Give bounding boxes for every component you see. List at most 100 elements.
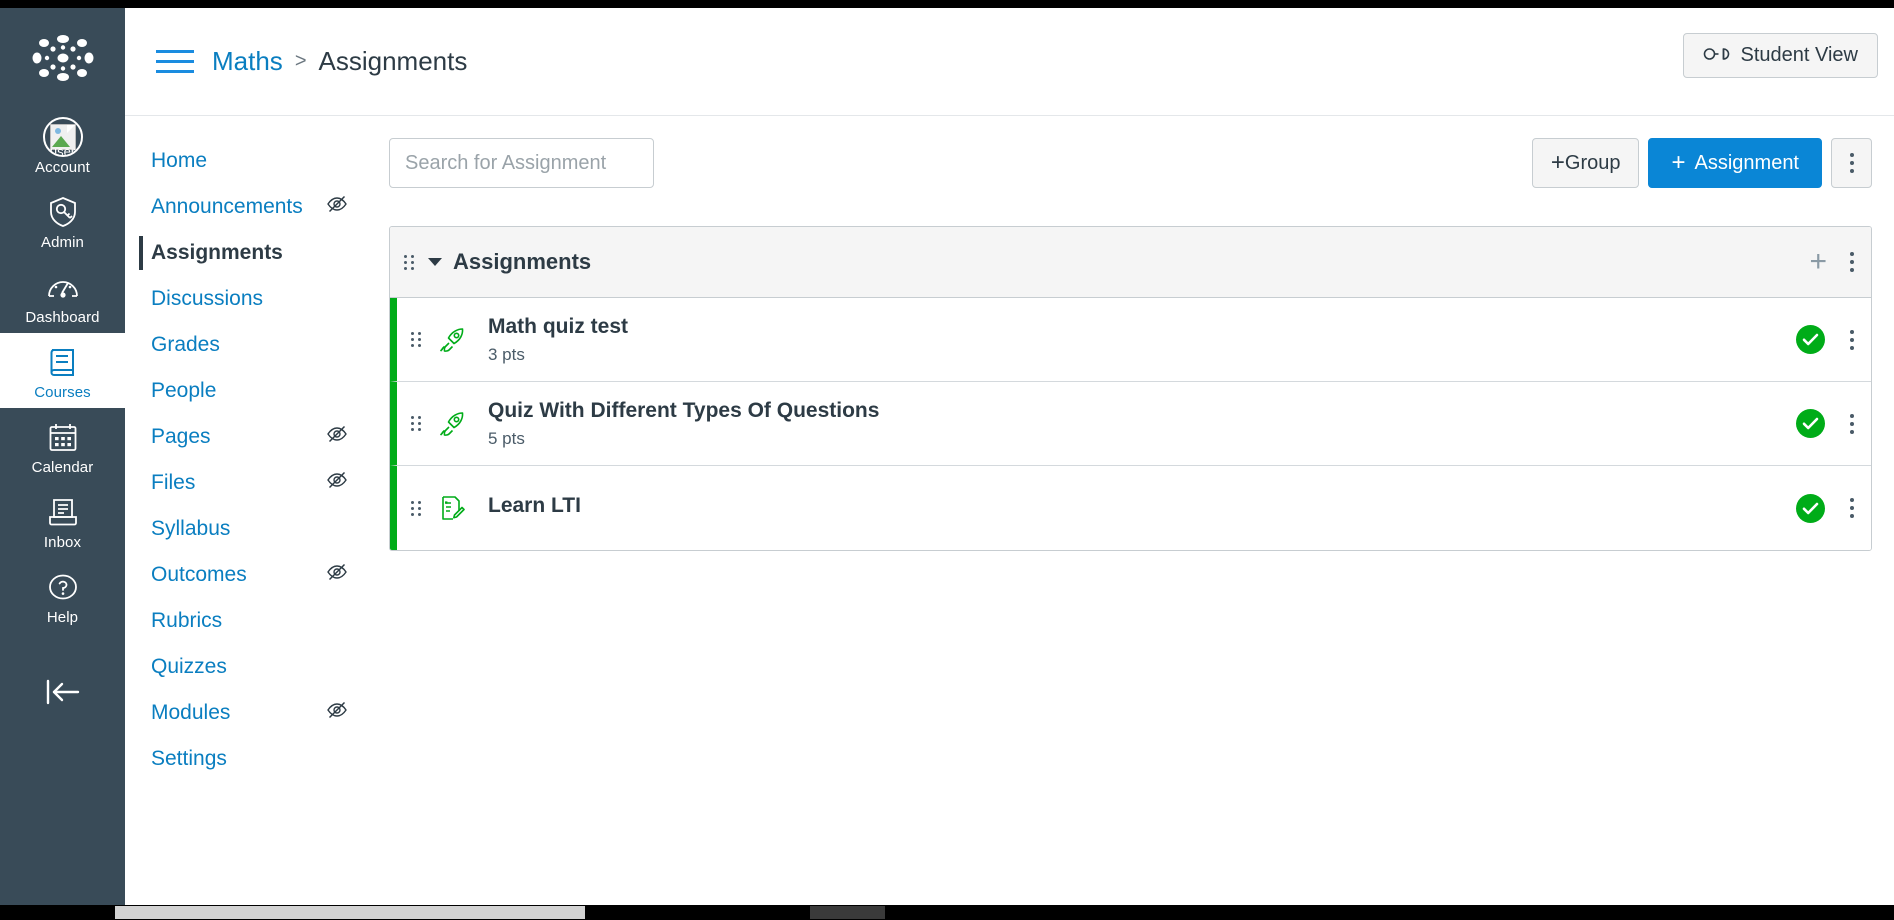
- calendar-icon: [43, 417, 83, 457]
- assignment-title[interactable]: Math quiz test: [488, 314, 1796, 340]
- course-nav-item-people[interactable]: People: [139, 368, 368, 414]
- course-nav-item-grades[interactable]: Grades: [139, 322, 368, 368]
- main-content-area: Maths > Assignments Student View Home An…: [125, 8, 1894, 905]
- course-nav-label: Rubrics: [151, 609, 223, 632]
- assignment-group-header: Assignments +: [390, 227, 1871, 298]
- plus-icon: +: [1550, 149, 1565, 176]
- global-nav-item-courses[interactable]: Courses: [0, 333, 125, 408]
- kebab-menu-icon: [1849, 153, 1854, 173]
- course-nav-item-pages[interactable]: Pages: [139, 414, 368, 460]
- hidden-from-students-icon: [326, 699, 348, 727]
- rocket-icon: [435, 326, 469, 354]
- course-nav-label: Settings: [151, 747, 227, 770]
- hidden-from-students-icon: [326, 193, 348, 221]
- global-nav-item-help[interactable]: Help: [0, 558, 125, 633]
- assignment-title[interactable]: Quiz With Different Types Of Questions: [488, 398, 1796, 424]
- inbox-tray-icon: [43, 492, 83, 532]
- global-navigation: user Account Admin Dashboard Courses Cal…: [0, 8, 125, 905]
- course-nav-item-assignments[interactable]: Assignments: [139, 230, 368, 276]
- add-assignment-button[interactable]: + Assignment: [1648, 138, 1822, 188]
- assignments-toolbar: + Group + Assignment: [389, 138, 1872, 188]
- add-to-group-button[interactable]: +: [1809, 247, 1827, 277]
- drag-handle-icon[interactable]: [411, 416, 425, 431]
- assignment-document-icon: [435, 494, 469, 522]
- assignment-row-menu-button[interactable]: [1850, 413, 1854, 434]
- canvas-logo-icon[interactable]: [25, 30, 101, 86]
- course-nav-label: Home: [151, 149, 208, 172]
- assignment-points: 3 pts: [488, 345, 525, 364]
- add-assignment-label: Assignment: [1694, 151, 1800, 174]
- course-nav-item-announcements[interactable]: Announcements: [139, 184, 368, 230]
- student-view-button[interactable]: Student View: [1682, 33, 1878, 78]
- assignment-row[interactable]: Math quiz test 3 pts: [390, 298, 1871, 382]
- book-icon: [43, 342, 83, 382]
- breadcrumb-course-link[interactable]: Maths: [212, 46, 283, 77]
- global-nav-label-admin: Admin: [40, 234, 85, 251]
- breadcrumb-separator-icon: >: [294, 50, 307, 72]
- course-nav-item-quizzes[interactable]: Quizzes: [139, 644, 368, 690]
- assignment-row-text: Learn LTI: [488, 493, 1796, 524]
- course-nav-item-home[interactable]: Home: [139, 138, 368, 184]
- page-header: Maths > Assignments Student View: [125, 8, 1894, 116]
- assignment-row[interactable]: Learn LTI: [390, 466, 1871, 550]
- hidden-from-students-icon: [326, 561, 348, 589]
- global-nav-item-account[interactable]: user Account: [0, 108, 125, 183]
- course-nav-label: Syllabus: [151, 517, 231, 540]
- rocket-icon: [435, 410, 469, 438]
- hamburger-menu-icon[interactable]: [156, 42, 196, 82]
- publish-status-icon[interactable]: [1796, 325, 1825, 354]
- assignment-row-text: Math quiz test 3 pts: [488, 314, 1796, 365]
- assignment-group-card: Assignments + Math quiz test 3 pts Quiz …: [389, 226, 1872, 551]
- publish-status-icon[interactable]: [1796, 409, 1825, 438]
- global-nav-item-calendar[interactable]: Calendar: [0, 408, 125, 483]
- scrollbar-thumb-secondary[interactable]: [810, 906, 885, 919]
- drag-handle-icon[interactable]: [411, 332, 425, 347]
- course-nav-item-syllabus[interactable]: Syllabus: [139, 506, 368, 552]
- assignment-row-menu-button[interactable]: [1850, 498, 1854, 518]
- global-nav-item-admin[interactable]: Admin: [0, 183, 125, 258]
- eyeglasses-icon: [1703, 44, 1731, 67]
- minimize-nav-icon[interactable]: [0, 663, 125, 721]
- breadcrumb-current: Assignments: [318, 46, 468, 76]
- global-nav-item-dashboard[interactable]: Dashboard: [0, 258, 125, 333]
- course-nav-item-rubrics[interactable]: Rubrics: [139, 598, 368, 644]
- course-nav-label: People: [151, 379, 217, 402]
- global-nav-label-account: Account: [35, 159, 90, 176]
- breadcrumb: Maths > Assignments: [212, 46, 467, 77]
- course-nav-label: Quizzes: [151, 655, 227, 678]
- course-nav-label: Announcements: [151, 195, 303, 218]
- assignment-row[interactable]: Quiz With Different Types Of Questions 5…: [390, 382, 1871, 466]
- assignment-points: 5 pts: [488, 429, 525, 448]
- caret-down-icon[interactable]: [428, 258, 442, 266]
- content-body: Home Announcements Assignments Discussio…: [125, 116, 1894, 782]
- drag-handle-icon[interactable]: [404, 254, 418, 270]
- assignment-row-menu-button[interactable]: [1850, 329, 1854, 350]
- global-nav-item-inbox[interactable]: Inbox: [0, 483, 125, 558]
- hidden-from-students-icon: [326, 469, 348, 497]
- assignment-title[interactable]: Learn LTI: [488, 493, 1796, 519]
- canvas-assignments-page: user Account Admin Dashboard Courses Cal…: [0, 0, 1894, 920]
- course-nav-item-discussions[interactable]: Discussions: [139, 276, 368, 322]
- speedometer-icon: [43, 267, 83, 307]
- search-input[interactable]: [389, 138, 654, 188]
- assignment-group-title: Assignments: [453, 249, 592, 274]
- course-nav-item-files[interactable]: Files: [139, 460, 368, 506]
- horizontal-scrollbar[interactable]: [0, 905, 1894, 920]
- publish-status-icon[interactable]: [1796, 493, 1825, 523]
- course-nav-item-modules[interactable]: Modules: [139, 690, 368, 736]
- top-black-strip: [0, 0, 1894, 8]
- assignments-column: + Group + Assignment: [368, 138, 1894, 782]
- assignment-row-text: Quiz With Different Types Of Questions 5…: [488, 398, 1796, 449]
- hidden-from-students-icon: [326, 423, 348, 451]
- drag-handle-icon[interactable]: [411, 500, 425, 516]
- assignments-options-button[interactable]: [1831, 138, 1872, 188]
- avatar-alt-text: user: [49, 144, 76, 157]
- add-group-button[interactable]: + Group: [1531, 138, 1640, 188]
- course-nav-label: Discussions: [151, 287, 264, 310]
- course-nav-item-settings[interactable]: Settings: [139, 736, 368, 782]
- global-nav-label-courses: Courses: [34, 384, 91, 401]
- scrollbar-thumb[interactable]: [115, 906, 585, 919]
- course-nav-item-outcomes[interactable]: Outcomes: [139, 552, 368, 598]
- assignment-group-menu-button[interactable]: [1850, 252, 1854, 272]
- question-circle-icon: [43, 567, 83, 607]
